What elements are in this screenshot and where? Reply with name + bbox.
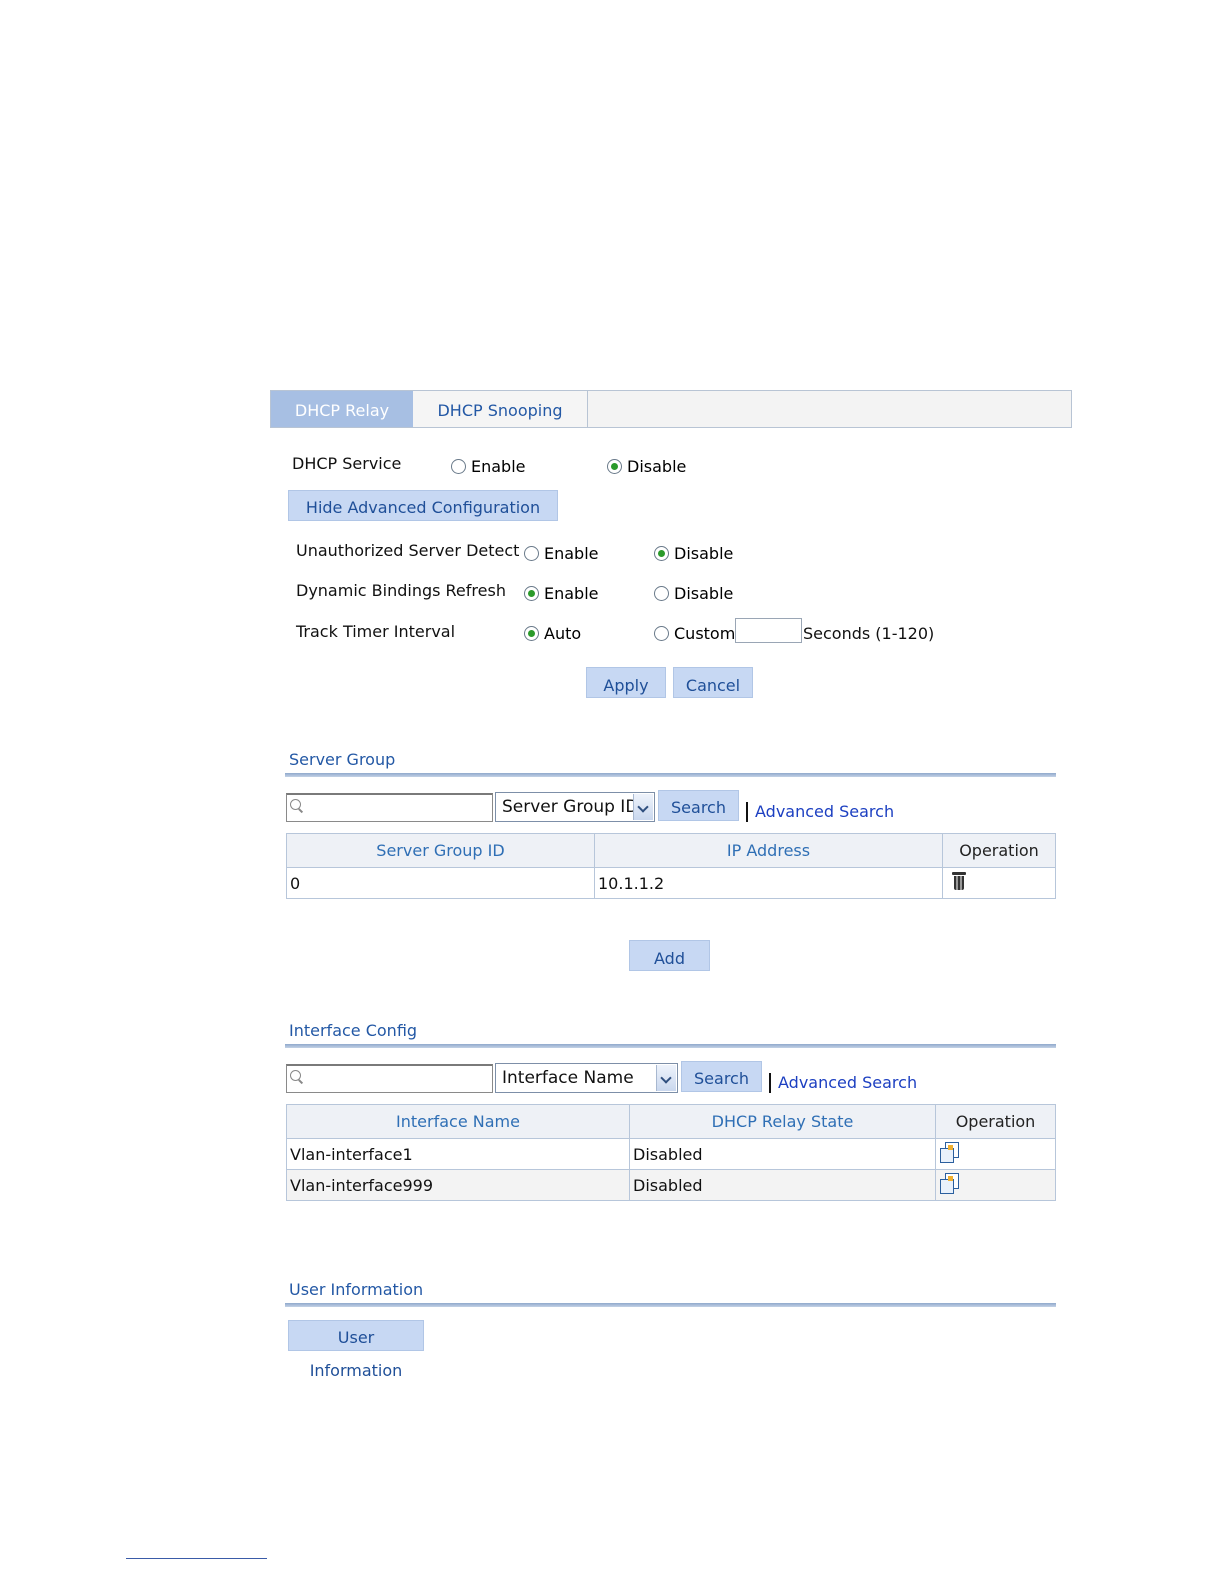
track-custom-radio[interactable]: Custom — [654, 623, 735, 643]
table-row: 0 10.1.1.2 — [286, 867, 1056, 899]
dynamic-disable-radio[interactable]: Disable — [654, 583, 733, 603]
column-header: Operation — [935, 1104, 1056, 1139]
column-header: Server Group ID — [286, 833, 595, 868]
column-header: Operation — [942, 833, 1056, 868]
server-group-search-input[interactable] — [286, 793, 493, 822]
separator — [769, 1073, 771, 1093]
dynamic-enable-radio[interactable]: Enable — [524, 583, 599, 603]
server-group-search-button[interactable]: Search — [658, 790, 739, 821]
track-timer-interval-label: Track Timer Interval — [296, 622, 456, 641]
server-group-title: Server Group — [289, 750, 396, 769]
table-row: Vlan-interface999 Disabled — [286, 1169, 1056, 1201]
radio-label: Disable — [674, 544, 734, 563]
interface-search-button[interactable]: Search — [681, 1061, 762, 1092]
section-divider — [285, 1044, 1056, 1048]
dhcp-service-enable-radio[interactable]: Enable — [451, 456, 526, 476]
track-auto-radio[interactable]: Auto — [524, 623, 581, 643]
search-icon — [290, 1070, 301, 1081]
user-information-button[interactable]: User Information — [288, 1320, 424, 1380]
relay-state-cell: Disabled — [629, 1169, 936, 1201]
unauthorized-enable-radio[interactable]: Enable — [524, 543, 599, 563]
section-divider — [285, 773, 1056, 777]
operation-cell — [935, 1138, 1056, 1170]
tab-bar: DHCP Relay DHCP Snooping — [270, 390, 1072, 428]
edit-icon[interactable] — [940, 1142, 960, 1163]
radio-label: Auto — [544, 624, 582, 643]
column-header: IP Address — [594, 833, 943, 868]
interface-search-input[interactable] — [286, 1064, 493, 1093]
server-group-id-cell: 0 — [286, 867, 595, 899]
chevron-down-icon — [633, 794, 653, 820]
seconds-range-label: Seconds (1-120) — [803, 624, 935, 643]
select-value: Interface Name — [502, 1068, 634, 1088]
select-value: Server Group ID — [502, 797, 639, 817]
unauthorized-server-detect-label: Unauthorized Server Detect — [296, 541, 520, 560]
interface-config-title: Interface Config — [289, 1021, 418, 1040]
dhcp-service-disable-radio[interactable]: Disable — [607, 456, 686, 476]
separator — [746, 802, 748, 822]
ip-address-cell: 10.1.1.2 — [594, 867, 943, 899]
section-divider — [285, 1303, 1056, 1307]
chevron-down-icon — [656, 1065, 676, 1091]
radio-label: Disable — [674, 584, 734, 603]
radio-on-icon — [607, 459, 622, 474]
radio-label: Enable — [544, 584, 599, 603]
radio-off-icon — [451, 459, 466, 474]
dynamic-bindings-refresh-label: Dynamic Bindings Refresh — [296, 581, 506, 600]
radio-on-icon — [654, 546, 669, 561]
radio-label: Custom — [674, 624, 736, 643]
radio-label: Enable — [544, 544, 599, 563]
server-group-field-select[interactable]: Server Group ID — [495, 792, 655, 822]
server-group-table: Server Group ID IP Address Operation 0 1… — [286, 833, 1056, 899]
edit-icon[interactable] — [940, 1173, 960, 1194]
add-button[interactable]: Add — [629, 940, 710, 971]
server-group-advanced-search-link[interactable]: Advanced Search — [755, 802, 894, 821]
trash-icon[interactable] — [952, 872, 966, 890]
radio-off-icon — [654, 586, 669, 601]
interface-name-cell: Vlan-interface1 — [286, 1138, 630, 1170]
unauthorized-disable-radio[interactable]: Disable — [654, 543, 733, 563]
radio-on-icon — [524, 586, 539, 601]
dhcp-service-label: DHCP Service — [292, 454, 402, 473]
interface-field-select[interactable]: Interface Name — [495, 1063, 678, 1093]
radio-off-icon — [654, 626, 669, 641]
tab-dhcp-snooping[interactable]: DHCP Snooping — [413, 391, 588, 427]
operation-cell — [942, 867, 1056, 899]
search-icon — [290, 799, 301, 810]
interface-advanced-search-link[interactable]: Advanced Search — [778, 1073, 917, 1092]
cancel-button[interactable]: Cancel — [673, 667, 753, 698]
hide-advanced-button[interactable]: Hide Advanced Configuration — [288, 490, 558, 521]
user-information-title: User Information — [289, 1280, 424, 1299]
radio-on-icon — [524, 626, 539, 641]
footnote-rule — [126, 1558, 267, 1559]
column-header: DHCP Relay State — [629, 1104, 936, 1139]
radio-label: Disable — [627, 457, 687, 476]
interface-table: Interface Name DHCP Relay State Operatio… — [286, 1104, 1056, 1201]
radio-off-icon — [524, 546, 539, 561]
relay-state-cell: Disabled — [629, 1138, 936, 1170]
column-header: Interface Name — [286, 1104, 630, 1139]
interface-name-cell: Vlan-interface999 — [286, 1169, 630, 1201]
custom-seconds-input[interactable] — [735, 618, 802, 643]
tab-dhcp-relay[interactable]: DHCP Relay — [271, 391, 413, 427]
radio-label: Enable — [471, 457, 526, 476]
apply-button[interactable]: Apply — [586, 667, 666, 698]
operation-cell — [935, 1169, 1056, 1201]
table-row: Vlan-interface1 Disabled — [286, 1138, 1056, 1170]
